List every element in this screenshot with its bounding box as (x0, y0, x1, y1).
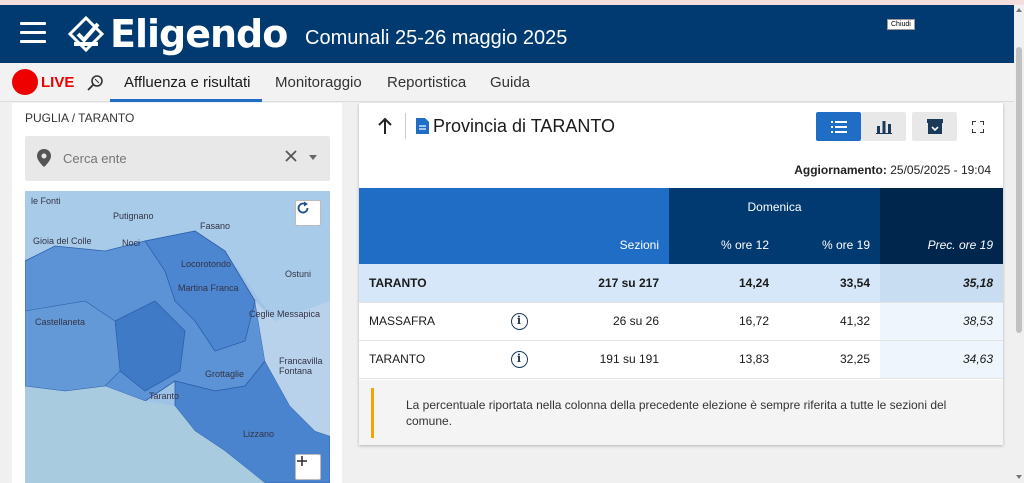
table-row[interactable]: MASSAFRA i 26 su 26 16,72 41,32 38,53 (359, 302, 1003, 341)
logo[interactable]: Eligendo (66, 12, 288, 56)
search-icon[interactable] (86, 73, 106, 93)
map-label: le Fonti (31, 196, 61, 206)
eligendo-logo-icon (67, 15, 105, 53)
header-spacer (359, 188, 669, 226)
map-label: Lizzano (243, 429, 275, 439)
map-label: Ostuni (285, 269, 312, 279)
row-prec: 38,53 (880, 302, 1003, 341)
header-spacer-prec (880, 188, 1003, 226)
map-label: Ceglie Messapica (249, 309, 321, 319)
row-prec: 34,63 (880, 340, 1003, 379)
info-note: La percentuale riportata nella colonna d… (359, 380, 1003, 445)
chart-view-button[interactable] (861, 112, 906, 141)
divider (405, 113, 406, 139)
results-panel: Provincia di TARANTO Aggiornamento: 25/0… (359, 103, 1003, 445)
location-pin-icon (37, 149, 51, 167)
map-label: Putignano (113, 211, 154, 221)
live-button[interactable]: LIVE (12, 69, 74, 95)
row-sezioni: 26 su 26 (539, 302, 669, 341)
update-label: Aggiornamento: (794, 163, 887, 177)
table-row[interactable]: TARANTO i 191 su 191 13,83 32,25 34,63 (359, 340, 1003, 379)
map-label: Taranto (149, 391, 180, 401)
note-accent-bar (371, 388, 374, 438)
header-ore12: % ore 12 (669, 226, 779, 264)
list-view-button[interactable] (816, 112, 861, 141)
archive-icon (926, 119, 943, 134)
header-info (499, 226, 539, 264)
row-ore19: 41,32 (779, 302, 880, 341)
map-reset-button[interactable] (295, 200, 321, 226)
province-map (25, 191, 330, 483)
info-icon[interactable]: i (510, 312, 528, 330)
tab-reportistica[interactable]: Reportistica (387, 74, 466, 91)
header-name (359, 226, 499, 264)
row-ore12: 16,72 (669, 302, 779, 341)
row-ore12: 14,24 (669, 264, 779, 303)
row-ore12: 13,83 (669, 340, 779, 379)
update-value: 25/05/2025 - 19:04 (890, 163, 991, 177)
page-scrollbar[interactable] (1014, 5, 1024, 483)
header-ore19: % ore 19 (779, 226, 880, 264)
turnout-table: Domenica Sezioni % ore 12 % ore 19 Prec.… (359, 188, 1003, 379)
search-input[interactable] (63, 148, 263, 168)
zoom-in-button[interactable] (295, 454, 321, 480)
sidebar: PUGLIA / TARANTO le Fonti Putignano Gioi… (12, 103, 342, 483)
search-box (25, 136, 330, 181)
map-label: Grottaglie (205, 369, 245, 379)
archive-button[interactable] (912, 112, 957, 141)
map-label: Gioia del Colle (33, 236, 92, 246)
arrow-up-icon[interactable] (377, 117, 393, 135)
election-title: Comunali 25-26 maggio 2025 (305, 27, 568, 49)
row-name: TARANTO (359, 264, 499, 303)
row-name[interactable]: TARANTO (359, 340, 499, 379)
close-button[interactable]: Chiudi (887, 19, 915, 30)
list-icon (830, 120, 847, 133)
active-tab-indicator (110, 99, 262, 102)
fullscreen-icon (971, 120, 984, 133)
row-name[interactable]: MASSAFRA (359, 302, 499, 341)
map-label: Fasano (200, 221, 231, 231)
row-prec: 35,18 (880, 264, 1003, 303)
map-label: Noci (122, 238, 141, 248)
scroll-up-icon[interactable] (1016, 8, 1022, 12)
note-text: La percentuale riportata nella colonna d… (406, 398, 947, 428)
logo-text: Eligendo (110, 12, 288, 56)
map-label: Castellaneta (35, 317, 86, 327)
scroll-down-icon[interactable] (1016, 475, 1022, 479)
tab-guida[interactable]: Guida (490, 74, 530, 91)
bar-chart-icon (875, 120, 892, 134)
header-domenica: Domenica (669, 188, 880, 226)
row-sezioni: 217 su 217 (539, 264, 669, 303)
tab-affluenza-risultati[interactable]: Affluenza e risultati (124, 74, 250, 91)
last-update: Aggiornamento: 25/05/2025 - 19:04 (794, 163, 991, 177)
table-row-total: TARANTO 217 su 217 14,24 33,54 35,18 (359, 264, 1003, 303)
header-sezioni: Sezioni (539, 226, 669, 264)
tab-monitoraggio[interactable]: Monitoraggio (275, 74, 362, 91)
main-nav: LIVE Affluenza e risultati Monitoraggio … (0, 63, 1014, 102)
map-label: Francavilla Fontana (279, 356, 323, 376)
menu-icon[interactable] (20, 22, 46, 44)
map[interactable]: le Fonti Putignano Gioia del Colle Noci … (25, 191, 330, 483)
header-prec: Prec. ore 19 (880, 226, 1003, 264)
info-icon[interactable]: i (510, 350, 528, 368)
scroll-thumb[interactable] (1016, 47, 1022, 333)
fullscreen-button[interactable] (965, 112, 990, 141)
map-label: Locorotondo (181, 259, 232, 269)
clear-icon[interactable] (284, 149, 298, 163)
row-ore19: 32,25 (779, 340, 880, 379)
app-header: Eligendo Comunali 25-26 maggio 2025 Chiu… (0, 5, 1014, 63)
map-label: Martina Franca (178, 283, 239, 293)
row-info (499, 264, 539, 303)
breadcrumb[interactable]: PUGLIA / TARANTO (25, 111, 134, 125)
live-label: LIVE (41, 73, 75, 91)
row-sezioni: 191 su 191 (539, 340, 669, 379)
live-dot-icon (12, 69, 38, 95)
chevron-down-icon[interactable] (309, 155, 317, 160)
document-icon (416, 118, 429, 134)
province-title: Provincia di TARANTO (433, 116, 616, 136)
refresh-icon (297, 201, 309, 214)
row-ore19: 33,54 (779, 264, 880, 303)
plus-icon (297, 456, 307, 466)
